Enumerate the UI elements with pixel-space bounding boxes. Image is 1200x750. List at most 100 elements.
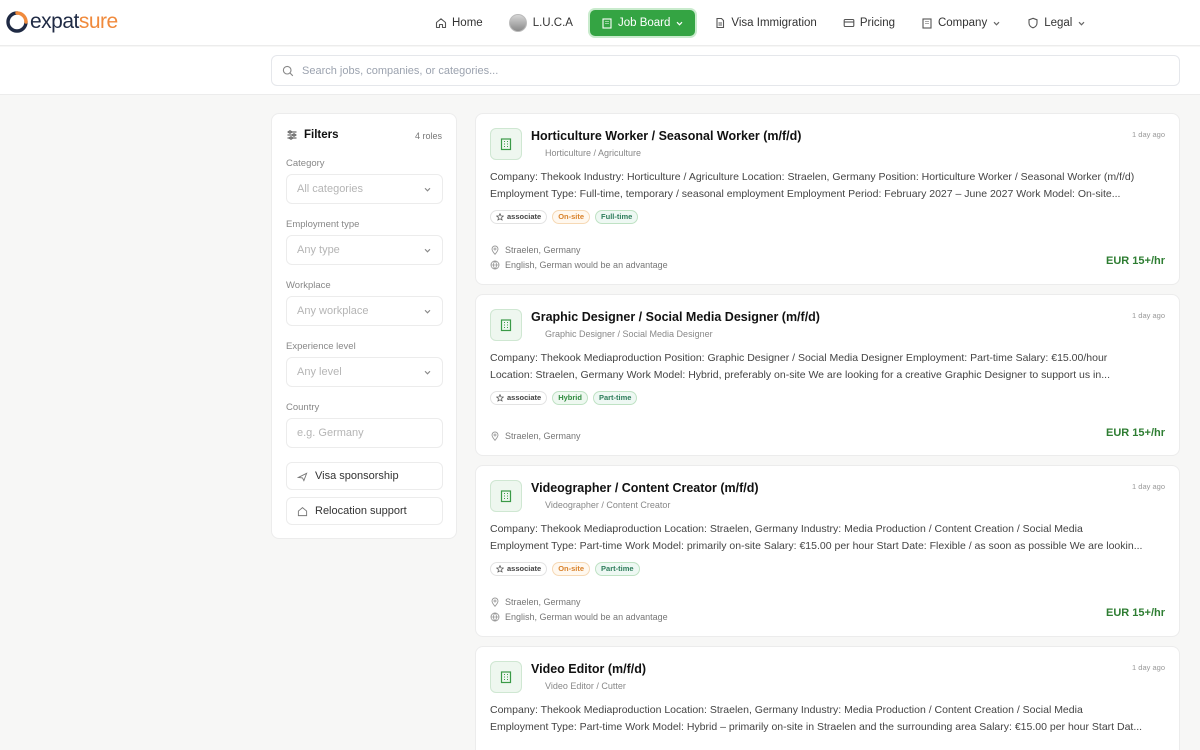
job-title[interactable]: Graphic Designer / Social Media Designer… xyxy=(531,310,820,324)
nav-home[interactable]: Home xyxy=(428,10,490,36)
building-icon xyxy=(500,138,512,151)
job-location-text: Straelen, Germany xyxy=(505,431,581,441)
workplace-value: Any workplace xyxy=(297,305,369,317)
job-card[interactable]: Video Editor (m/f/d) Video Editor / Cutt… xyxy=(475,646,1180,750)
company-icon xyxy=(490,128,522,160)
nav-luca[interactable]: L.U.C.A xyxy=(502,10,580,36)
tag-workplace: On-site xyxy=(552,210,591,224)
star-icon xyxy=(496,394,504,402)
nav-company[interactable]: Company xyxy=(914,10,1008,36)
job-description-line: Company: Thekook Mediaproduction Locatio… xyxy=(490,704,1083,716)
chevron-down-icon xyxy=(424,370,431,375)
company-icon xyxy=(490,661,522,693)
experience-level-select[interactable]: Any level xyxy=(286,357,443,387)
job-description-line: Employment Type: Part-time Work Model: H… xyxy=(490,721,1143,733)
shield-icon xyxy=(1028,17,1038,29)
job-location-text: Straelen, Germany xyxy=(505,597,581,607)
job-salary: EUR 15+/hr xyxy=(1106,607,1165,619)
job-title[interactable]: Videographer / Content Creator (m/f/d) xyxy=(531,481,759,495)
roles-count: 4 roles xyxy=(414,131,442,141)
job-card[interactable]: Graphic Designer / Social Media Designer… xyxy=(475,294,1180,456)
job-posted-time: 1 day ago xyxy=(1132,663,1165,672)
map-pin-icon xyxy=(491,597,499,607)
experience-level-value: Any level xyxy=(297,366,342,378)
tag-level: associate xyxy=(490,562,548,576)
job-location: Straelen, Germany xyxy=(490,597,581,607)
tag-workplace: Hybrid xyxy=(552,391,588,405)
job-card[interactable]: Horticulture Worker / Seasonal Worker (m… xyxy=(475,113,1180,285)
building-icon xyxy=(500,671,512,684)
job-description: Company: Thekook Mediaproduction Locatio… xyxy=(490,521,1170,555)
chevron-down-icon xyxy=(424,248,431,253)
tag-employment-type: Part-time xyxy=(595,562,640,576)
job-description-line: Company: Thekook Mediaproduction Locatio… xyxy=(490,523,1083,535)
brand-logo[interactable]: expatsure xyxy=(6,11,118,33)
company-icon xyxy=(490,480,522,512)
document-icon xyxy=(716,17,725,29)
job-description-line: Company: Thekook Mediaproduction Positio… xyxy=(490,352,1108,364)
job-tags: associate On-site Full-time xyxy=(490,210,643,224)
star-icon xyxy=(496,565,504,573)
experience-level-label: Experience level xyxy=(286,341,356,352)
top-nav: expatsure Home L.U.C.A Job Board Visa Im… xyxy=(0,0,1200,46)
employment-type-select[interactable]: Any type xyxy=(286,235,443,265)
tag-level-label: associate xyxy=(507,564,542,573)
country-placeholder: e.g. Germany xyxy=(297,427,364,439)
job-posted-time: 1 day ago xyxy=(1132,130,1165,139)
relocation-support-toggle[interactable]: Relocation support xyxy=(286,497,443,525)
job-title[interactable]: Horticulture Worker / Seasonal Worker (m… xyxy=(531,129,801,143)
chevron-down-icon xyxy=(1078,21,1085,26)
company-icon xyxy=(490,309,522,341)
nav-visa-label: Visa Immigration xyxy=(731,17,817,29)
job-title[interactable]: Video Editor (m/f/d) xyxy=(531,662,646,676)
nav-job-board-label: Job Board xyxy=(617,17,671,29)
search-input[interactable] xyxy=(302,64,1162,77)
search-box[interactable] xyxy=(271,55,1180,86)
search-bar-area xyxy=(0,47,1200,95)
nav-pricing[interactable]: Pricing xyxy=(836,10,902,36)
job-tags: associate On-site Part-time xyxy=(490,562,645,576)
employment-type-value: Any type xyxy=(297,244,340,256)
visa-sponsorship-toggle[interactable]: Visa sponsorship xyxy=(286,462,443,490)
tag-level-label: associate xyxy=(507,393,542,402)
filters-panel: Filters 4 roles Category All categories … xyxy=(271,113,457,539)
job-description-line: Employment Type: Full-time, temporary / … xyxy=(490,188,1121,200)
job-category: Video Editor / Cutter xyxy=(545,681,626,691)
job-posted-time: 1 day ago xyxy=(1132,311,1165,320)
category-value: All categories xyxy=(297,183,364,195)
tag-employment-type: Full-time xyxy=(595,210,639,224)
job-description: Company: Thekook Industry: Horticulture … xyxy=(490,169,1170,203)
sliders-icon xyxy=(287,130,297,140)
tag-level-label: associate xyxy=(507,212,542,221)
building-icon xyxy=(500,490,512,503)
country-label: Country xyxy=(286,402,320,413)
job-location: Straelen, Germany xyxy=(490,245,581,255)
workplace-select[interactable]: Any workplace xyxy=(286,296,443,326)
tag-level: associate xyxy=(490,210,548,224)
tag-level: associate xyxy=(490,391,548,405)
job-description: Company: Thekook Mediaproduction Locatio… xyxy=(490,702,1170,736)
building-icon xyxy=(922,18,932,29)
job-tags: associate Hybrid Part-time xyxy=(490,391,642,405)
tag-workplace: On-site xyxy=(552,562,591,576)
globe-icon xyxy=(490,260,500,270)
nav-job-board[interactable]: Job Board xyxy=(589,10,696,36)
nav-visa-immigration[interactable]: Visa Immigration xyxy=(707,10,823,36)
luca-avatar xyxy=(508,14,527,32)
category-select[interactable]: All categories xyxy=(286,174,443,204)
job-location: Straelen, Germany xyxy=(490,431,581,441)
nav-legal[interactable]: Legal xyxy=(1020,10,1093,36)
job-language: English, German would be an advantage xyxy=(490,612,668,622)
job-description-line: Company: Thekook Industry: Horticulture … xyxy=(490,171,1135,183)
nav-legal-label: Legal xyxy=(1044,17,1073,29)
country-input[interactable]: e.g. Germany xyxy=(286,418,443,448)
brand-name: expatsure xyxy=(30,10,118,33)
relocation-support-label: Relocation support xyxy=(315,505,407,517)
chevron-down-icon xyxy=(993,21,1000,26)
globe-icon xyxy=(490,612,500,622)
job-description: Company: Thekook Mediaproduction Positio… xyxy=(490,350,1170,384)
job-card[interactable]: Videographer / Content Creator (m/f/d) V… xyxy=(475,465,1180,637)
filters-title: Filters xyxy=(304,129,339,141)
job-category: Videographer / Content Creator xyxy=(545,500,671,510)
home-icon xyxy=(435,18,447,29)
